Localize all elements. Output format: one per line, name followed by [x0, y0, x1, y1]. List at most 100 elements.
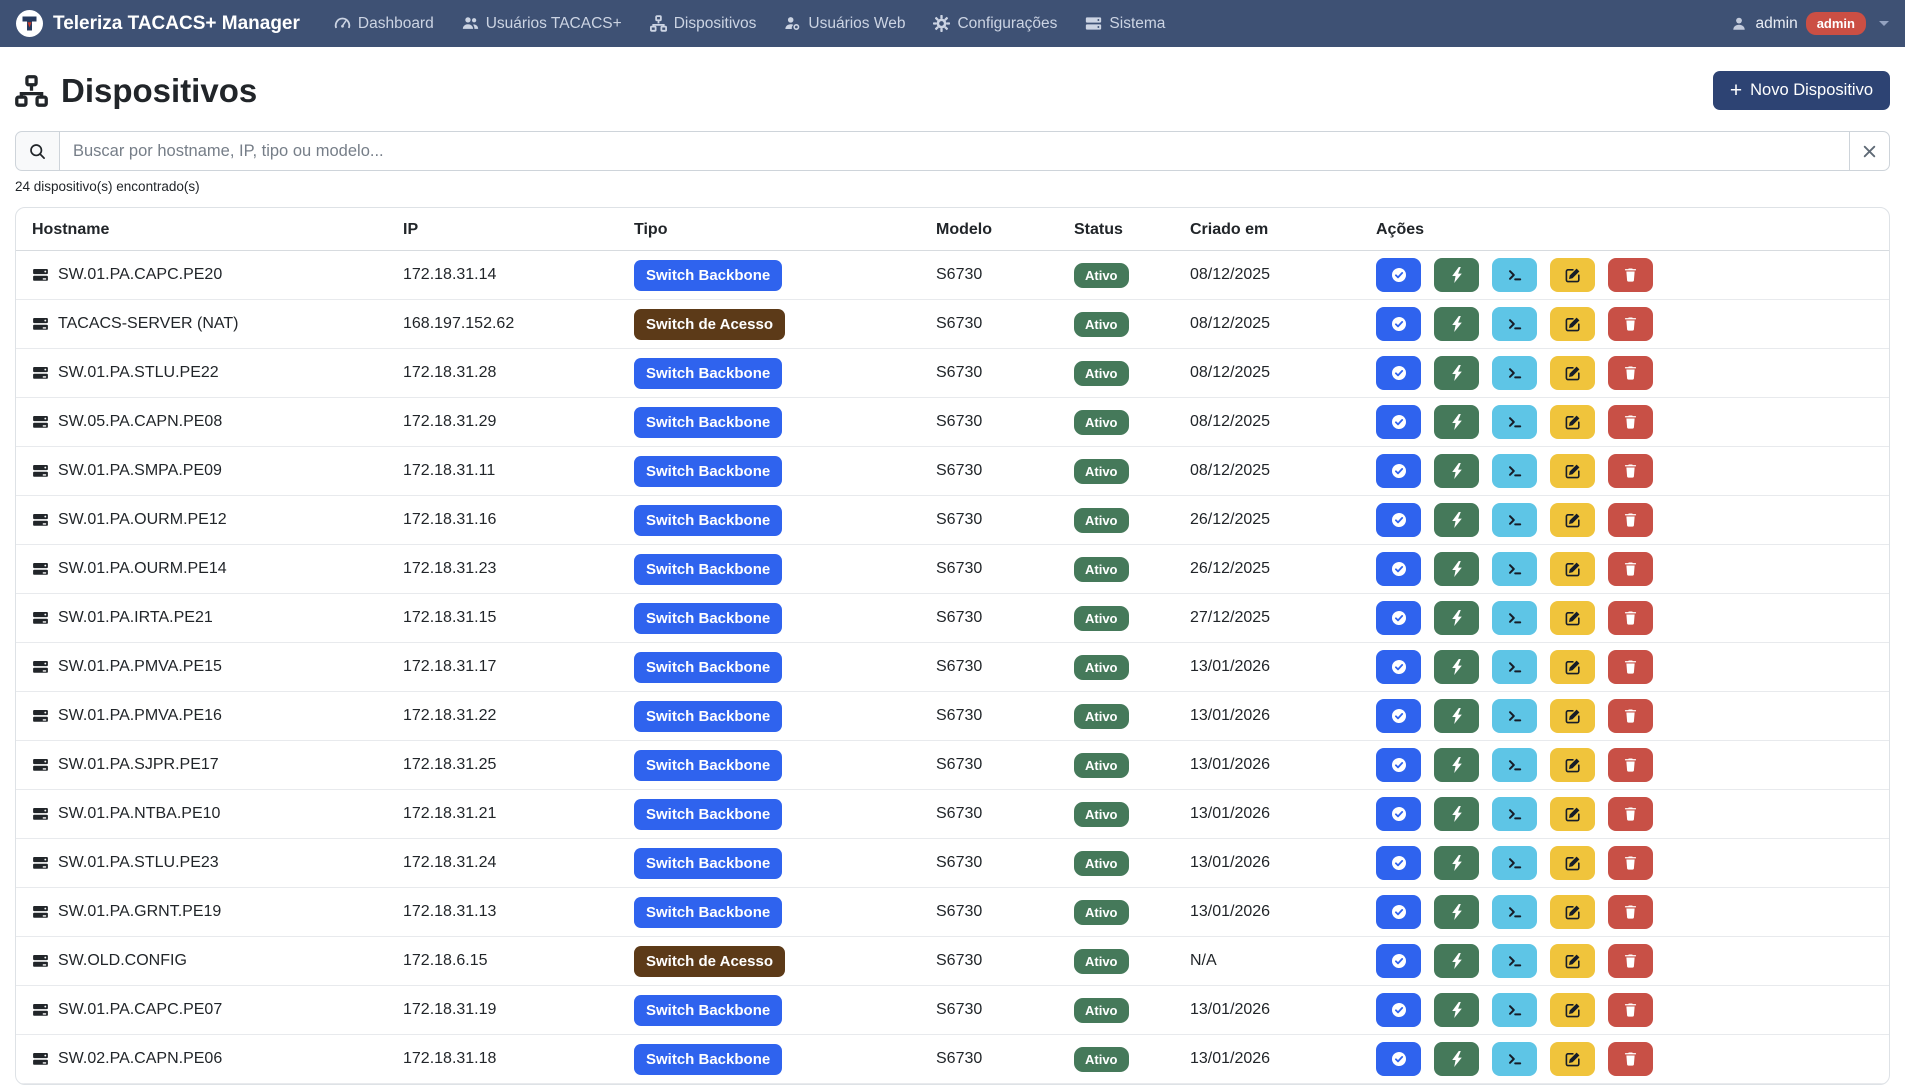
- nav-item-dispositivos[interactable]: Dispositivos: [650, 15, 757, 33]
- test-connection-button[interactable]: [1434, 503, 1479, 537]
- test-connection-button[interactable]: [1434, 258, 1479, 292]
- validate-button[interactable]: [1376, 405, 1421, 439]
- nav-item-usuarios-tacacs[interactable]: Usuários TACACS+: [462, 15, 622, 33]
- validate-button[interactable]: [1376, 993, 1421, 1027]
- edit-button[interactable]: [1550, 895, 1595, 929]
- validate-button[interactable]: [1376, 1042, 1421, 1076]
- test-connection-button[interactable]: [1434, 601, 1479, 635]
- terminal-button[interactable]: [1492, 601, 1537, 635]
- edit-button[interactable]: [1550, 944, 1595, 978]
- test-connection-button[interactable]: [1434, 993, 1479, 1027]
- delete-button[interactable]: [1608, 895, 1653, 929]
- test-connection-button[interactable]: [1434, 895, 1479, 929]
- validate-button[interactable]: [1376, 258, 1421, 292]
- validate-button[interactable]: [1376, 797, 1421, 831]
- validate-button[interactable]: [1376, 699, 1421, 733]
- validate-button[interactable]: [1376, 454, 1421, 488]
- terminal-button[interactable]: [1492, 307, 1537, 341]
- test-connection-button[interactable]: [1434, 797, 1479, 831]
- edit-button[interactable]: [1550, 993, 1595, 1027]
- test-connection-button[interactable]: [1434, 1042, 1479, 1076]
- delete-button[interactable]: [1608, 258, 1653, 292]
- validate-button[interactable]: [1376, 503, 1421, 537]
- edit-button[interactable]: [1550, 503, 1595, 537]
- delete-button[interactable]: [1608, 748, 1653, 782]
- delete-button[interactable]: [1608, 405, 1653, 439]
- terminal-button[interactable]: [1492, 650, 1537, 684]
- delete-button[interactable]: [1608, 699, 1653, 733]
- edit-button[interactable]: [1550, 748, 1595, 782]
- delete-button[interactable]: [1608, 846, 1653, 880]
- delete-button[interactable]: [1608, 307, 1653, 341]
- brand[interactable]: Teleriza TACACS+ Manager: [16, 10, 300, 37]
- validate-button[interactable]: [1376, 748, 1421, 782]
- terminal-button[interactable]: [1492, 748, 1537, 782]
- delete-button[interactable]: [1608, 944, 1653, 978]
- status-badge: Ativo: [1074, 263, 1129, 288]
- edit-button[interactable]: [1550, 699, 1595, 733]
- test-connection-button[interactable]: [1434, 307, 1479, 341]
- search-input[interactable]: [60, 131, 1849, 171]
- validate-button[interactable]: [1376, 356, 1421, 390]
- nav-item-configuracoes[interactable]: Configurações: [933, 15, 1057, 33]
- terminal-button[interactable]: [1492, 552, 1537, 586]
- test-connection-button[interactable]: [1434, 552, 1479, 586]
- test-connection-button[interactable]: [1434, 650, 1479, 684]
- edit-button[interactable]: [1550, 307, 1595, 341]
- delete-button[interactable]: [1608, 797, 1653, 831]
- terminal-button[interactable]: [1492, 503, 1537, 537]
- delete-button[interactable]: [1608, 503, 1653, 537]
- edit-button[interactable]: [1550, 797, 1595, 831]
- terminal-button[interactable]: [1492, 1042, 1537, 1076]
- validate-button[interactable]: [1376, 552, 1421, 586]
- validate-button[interactable]: [1376, 601, 1421, 635]
- test-connection-button[interactable]: [1434, 356, 1479, 390]
- delete-button[interactable]: [1608, 601, 1653, 635]
- edit-button[interactable]: [1550, 601, 1595, 635]
- edit-button[interactable]: [1550, 454, 1595, 488]
- nav-item-sistema[interactable]: Sistema: [1085, 15, 1165, 33]
- validate-button[interactable]: [1376, 307, 1421, 341]
- tipo-badge: Switch Backbone: [634, 652, 782, 683]
- terminal-button[interactable]: [1492, 944, 1537, 978]
- edit-button[interactable]: [1550, 846, 1595, 880]
- terminal-button[interactable]: [1492, 993, 1537, 1027]
- test-connection-button[interactable]: [1434, 944, 1479, 978]
- delete-button[interactable]: [1608, 993, 1653, 1027]
- delete-button[interactable]: [1608, 650, 1653, 684]
- terminal-button[interactable]: [1492, 405, 1537, 439]
- terminal-button[interactable]: [1492, 895, 1537, 929]
- delete-button[interactable]: [1608, 1042, 1653, 1076]
- edit-button[interactable]: [1550, 258, 1595, 292]
- edit-button[interactable]: [1550, 552, 1595, 586]
- test-connection-button[interactable]: [1434, 846, 1479, 880]
- terminal-button[interactable]: [1492, 356, 1537, 390]
- delete-button[interactable]: [1608, 356, 1653, 390]
- nav-item-usuarios-web[interactable]: Usuários Web: [784, 15, 905, 33]
- delete-button[interactable]: [1608, 454, 1653, 488]
- terminal-button[interactable]: [1492, 258, 1537, 292]
- nav-item-dashboard[interactable]: Dashboard: [334, 15, 434, 33]
- edit-button[interactable]: [1550, 1042, 1595, 1076]
- validate-button[interactable]: [1376, 846, 1421, 880]
- validate-button[interactable]: [1376, 944, 1421, 978]
- test-connection-button[interactable]: [1434, 699, 1479, 733]
- validate-button[interactable]: [1376, 650, 1421, 684]
- terminal-button[interactable]: [1492, 846, 1537, 880]
- terminal-button[interactable]: [1492, 699, 1537, 733]
- terminal-button[interactable]: [1492, 454, 1537, 488]
- terminal-button[interactable]: [1492, 797, 1537, 831]
- row-actions: [1376, 601, 1873, 635]
- user-menu[interactable]: admin admin: [1731, 12, 1889, 35]
- edit-button[interactable]: [1550, 356, 1595, 390]
- test-connection-button[interactable]: [1434, 405, 1479, 439]
- validate-button[interactable]: [1376, 895, 1421, 929]
- test-connection-button[interactable]: [1434, 748, 1479, 782]
- edit-button[interactable]: [1550, 405, 1595, 439]
- delete-button[interactable]: [1608, 552, 1653, 586]
- edit-button[interactable]: [1550, 650, 1595, 684]
- clear-search-button[interactable]: [1849, 131, 1890, 171]
- test-connection-button[interactable]: [1434, 454, 1479, 488]
- server-icon: [32, 708, 49, 724]
- new-device-button[interactable]: + Novo Dispositivo: [1713, 71, 1890, 110]
